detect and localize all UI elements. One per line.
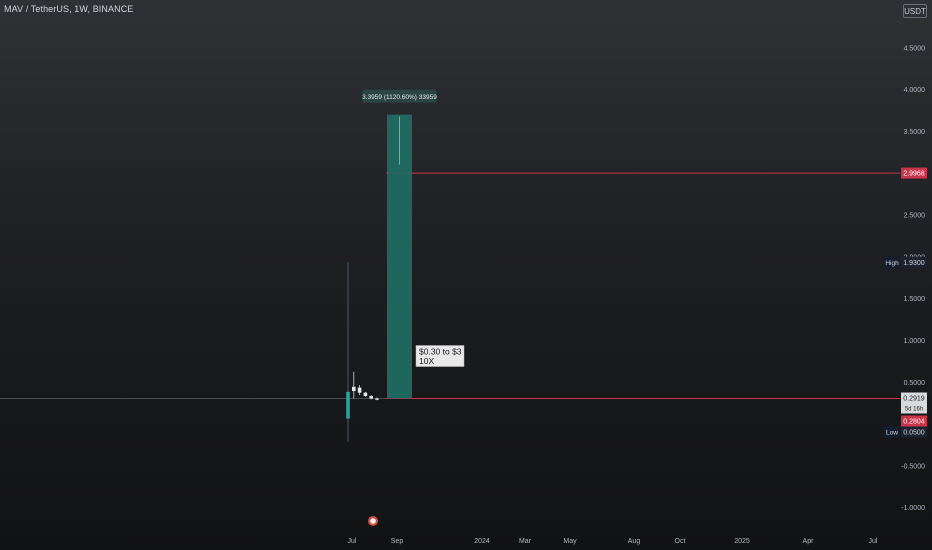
symbol-title: MAV / TetherUS, 1W, BINANCE — [4, 4, 134, 14]
candle-body — [375, 398, 379, 400]
y-tick-label: 2.5000 — [904, 213, 926, 220]
y-tick-label: 3.5000 — [904, 129, 926, 136]
y-tick-label: 4.0000 — [904, 87, 926, 94]
candle-body — [357, 387, 362, 393]
x-tick-label: Jul — [348, 538, 357, 545]
price-chart[interactable]: 3.3959 (1120.60%) 33959 $0.30 to $310X 4.… — [0, 0, 932, 550]
price-label-5[interactable]: Low 0.0500 — [884, 426, 927, 438]
candle-2[interactable] — [357, 385, 362, 396]
candle-body — [369, 396, 373, 399]
x-tick-label: Sep — [391, 538, 404, 545]
candle-body — [352, 386, 356, 391]
price-label-4[interactable]: 0.2804 — [901, 415, 927, 427]
candle-0[interactable] — [346, 262, 350, 442]
candle-body — [346, 391, 350, 419]
annotation-line-2: 10X — [419, 356, 434, 366]
candle-5[interactable] — [375, 397, 379, 401]
annotation-line-1: $0.30 to $3 — [419, 347, 462, 357]
price-label-2[interactable]: 0.2919 — [901, 392, 927, 404]
measure-label: 3.3959 (1120.60%) 33959 — [362, 94, 437, 101]
price-label-0[interactable]: 2.9968 — [901, 167, 927, 179]
price-label-text: 2.9968 — [903, 171, 925, 178]
price-label-text: 5d 16h — [905, 407, 923, 413]
price-label-tag: Low — [886, 430, 898, 437]
price-label-3[interactable]: 5d 16h — [901, 402, 927, 414]
x-tick-label: 2024 — [474, 538, 490, 545]
price-label-text: 0.2919 — [903, 396, 925, 403]
y-tick-label: 0.5000 — [904, 380, 926, 387]
event-marker-inner — [370, 518, 376, 524]
price-label-text: 0.0500 — [903, 430, 925, 437]
candle-body — [363, 392, 368, 397]
price-label-tag: High — [885, 260, 899, 267]
x-tick-label: May — [563, 538, 577, 545]
x-tick-label: Jul — [869, 538, 878, 545]
price-label-1[interactable]: High 1.9300 — [884, 256, 927, 268]
y-tick-label: -0.5000 — [901, 463, 925, 470]
x-tick-label: Apr — [803, 538, 815, 545]
y-tick-label: 1.0000 — [904, 338, 926, 345]
price-label-text: 1.9300 — [903, 260, 925, 267]
price-label-text: 0.2804 — [903, 419, 925, 426]
x-tick-label: Aug — [628, 538, 641, 545]
candle-3[interactable] — [363, 391, 368, 397]
y-tick-label: 4.5000 — [904, 45, 926, 52]
currency-button[interactable]: USDT — [903, 4, 927, 18]
y-tick-label: -1.0000 — [901, 505, 925, 512]
candle-1[interactable] — [352, 371, 356, 399]
x-tick-label: Oct — [675, 538, 686, 545]
x-tick-label: Mar — [519, 538, 532, 545]
x-tick-label: 2025 — [734, 538, 750, 545]
y-tick-label: 1.5000 — [904, 296, 926, 303]
event-marker-icon[interactable] — [368, 516, 378, 526]
